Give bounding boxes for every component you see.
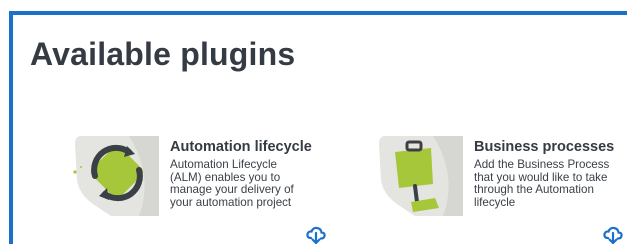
plugin-description: Automation Lifecycle (ALM) enables you t… — [170, 158, 294, 209]
plugins-panel: Available plugins Automation lifecycle A… — [9, 11, 627, 246]
cloud-download-icon[interactable] — [306, 226, 326, 246]
cloud-download-icon[interactable] — [603, 226, 623, 246]
plugin-title: Business processes — [474, 139, 615, 155]
business-processes-icon — [373, 136, 463, 216]
page-title: Available plugins — [30, 36, 296, 72]
automation-lifecycle-icon — [69, 136, 159, 216]
plugin-title: Automation lifecycle — [170, 139, 312, 155]
plugin-description: Add the Business Process that you would … — [474, 158, 610, 209]
